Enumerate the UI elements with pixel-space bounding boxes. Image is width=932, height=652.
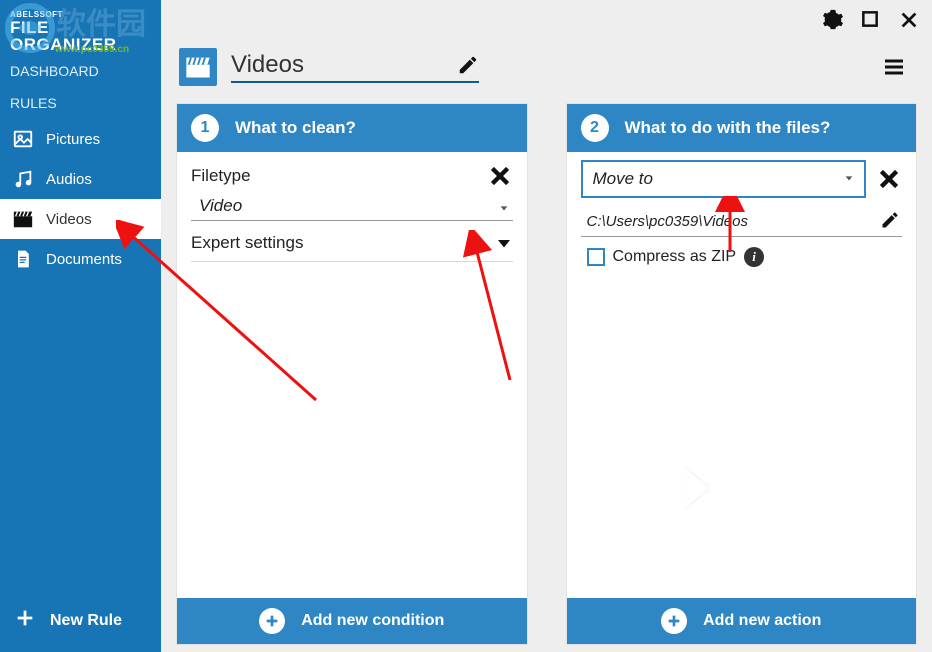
info-button[interactable]: i [744, 247, 764, 267]
add-action-button[interactable]: Add new action [567, 598, 917, 644]
step-badge-2: 2 [581, 114, 609, 142]
rule-title-input[interactable]: Videos [231, 51, 479, 83]
main-area: Videos 1 What to clean? Filetype [161, 0, 932, 652]
rule-title-text: Videos [231, 51, 457, 79]
chevron-down-icon [495, 234, 513, 252]
filetype-dropdown[interactable]: Video [191, 192, 513, 221]
panel-conditions: 1 What to clean? Filetype Video E [177, 104, 527, 644]
action-select[interactable]: Move to [581, 160, 867, 198]
sidebar-item-pictures[interactable]: Pictures [0, 119, 161, 159]
clapperboard-icon [12, 208, 34, 230]
destination-path: C:\Users\pc0359\Videos [581, 213, 881, 230]
compress-zip-label: Compress as ZIP [613, 248, 737, 266]
panel-connector-arrow [683, 466, 709, 510]
new-rule-label: New Rule [50, 612, 122, 630]
expert-settings-label: Expert settings [191, 233, 303, 253]
rule-title-row: Videos [161, 40, 932, 104]
add-condition-button[interactable]: Add new condition [177, 598, 527, 644]
sidebar: ABELSSOFT FILE ORGANIZER DASHBOARD RULES… [0, 0, 161, 652]
menu-button[interactable] [880, 55, 908, 79]
filetype-value: Video [193, 196, 499, 216]
compress-zip-row: Compress as ZIP i [581, 237, 903, 277]
edit-title-button[interactable] [457, 54, 479, 76]
destination-path-row: C:\Users\pc0359\Videos [581, 204, 903, 237]
panel1-body: Filetype Video Expert settings [177, 152, 527, 592]
panel2-header: 2 What to do with the files? [567, 104, 917, 152]
dropdown-arrow-icon [499, 200, 511, 212]
panel2-title: What to do with the files? [625, 118, 831, 138]
new-rule-button[interactable]: New Rule [0, 589, 161, 652]
panels-row: 1 What to clean? Filetype Video E [161, 104, 932, 652]
rule-icon [179, 48, 217, 86]
edit-path-button[interactable] [880, 210, 902, 232]
sidebar-item-label: Audios [46, 171, 92, 188]
sidebar-item-videos[interactable]: Videos [0, 199, 161, 239]
plus-circle-icon [259, 608, 285, 634]
remove-action-button[interactable] [876, 166, 902, 192]
maximize-button[interactable] [860, 9, 882, 31]
dropdown-arrow-icon [844, 170, 854, 188]
sidebar-item-audios[interactable]: Audios [0, 159, 161, 199]
compress-zip-checkbox[interactable] [587, 248, 605, 266]
add-condition-label: Add new condition [301, 612, 444, 630]
remove-condition-button[interactable] [487, 163, 513, 189]
action-value: Move to [593, 169, 845, 189]
expert-settings-toggle[interactable]: Expert settings [191, 225, 513, 262]
settings-button[interactable] [822, 9, 844, 31]
sidebar-item-label: Documents [46, 251, 122, 268]
add-action-label: Add new action [703, 612, 821, 630]
picture-icon [12, 128, 34, 150]
panel1-title: What to clean? [235, 118, 356, 138]
sidebar-dashboard[interactable]: DASHBOARD [0, 55, 161, 87]
sidebar-item-documents[interactable]: Documents [0, 239, 161, 279]
close-button[interactable] [898, 9, 920, 31]
sidebar-rules-header: RULES [0, 87, 161, 119]
panel-actions: 2 What to do with the files? Move to [567, 104, 917, 644]
app-logo: ABELSSOFT FILE ORGANIZER [0, 0, 161, 55]
sidebar-item-label: Pictures [46, 131, 100, 148]
sidebar-item-label: Videos [46, 211, 92, 228]
music-icon [12, 168, 34, 190]
document-icon [12, 248, 34, 270]
filetype-label: Filetype [191, 160, 251, 192]
sidebar-rules-list: Pictures Audios Videos Documents [0, 119, 161, 279]
brand-large: FILE ORGANIZER [10, 19, 151, 53]
plus-icon [14, 607, 36, 634]
panel1-header: 1 What to clean? [177, 104, 527, 152]
panel2-body: Move to C:\Users\pc0359\Videos [567, 152, 917, 592]
step-badge-1: 1 [191, 114, 219, 142]
plus-circle-icon [661, 608, 687, 634]
sidebar-spacer [0, 279, 161, 589]
window-controls [161, 0, 932, 40]
